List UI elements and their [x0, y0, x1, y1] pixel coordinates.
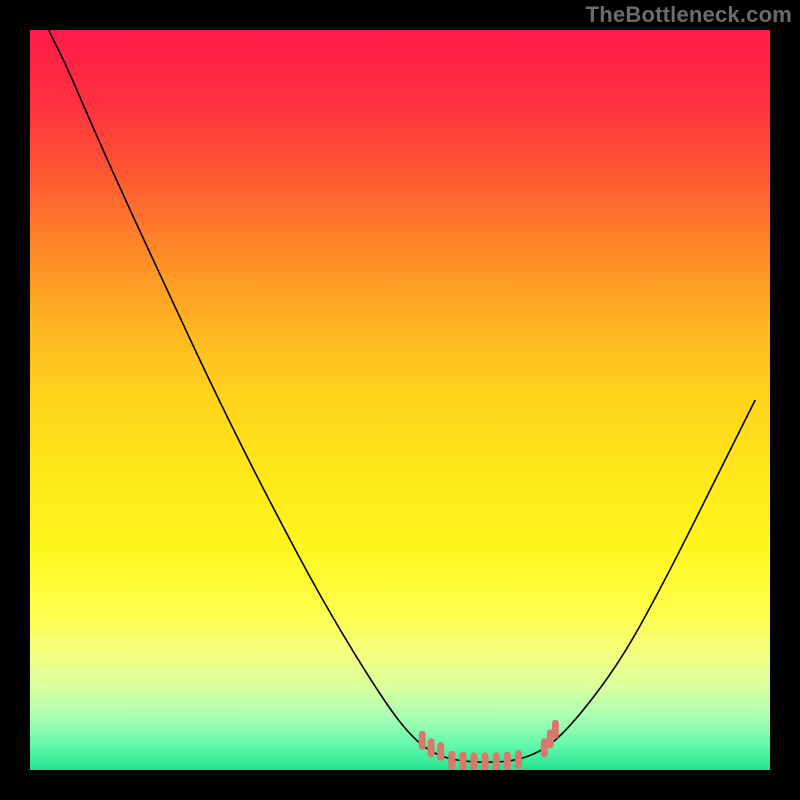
chart-svg [30, 30, 770, 770]
chart-container: TheBottleneck.com [0, 0, 800, 800]
watermark-text: TheBottleneck.com [586, 2, 792, 28]
gradient-background [30, 30, 770, 770]
plot-area [30, 30, 770, 770]
